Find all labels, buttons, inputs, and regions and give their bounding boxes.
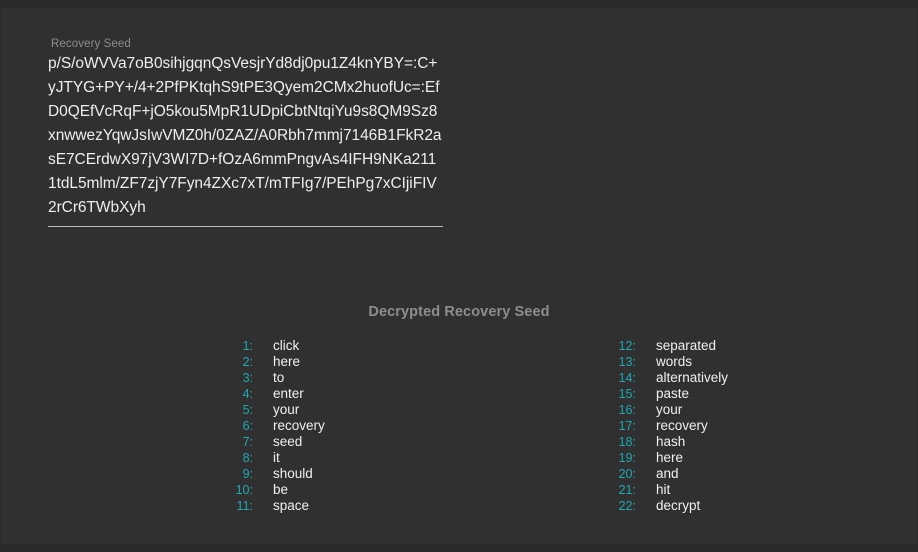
- word-index: 2:: [242, 355, 253, 369]
- word-row: 8: it: [1, 450, 459, 466]
- recovery-seed-input[interactable]: p/S/oWVVa7oB0sihjgqnQsVesjrYd8dj0pu1Z4kn…: [48, 52, 443, 227]
- word-index: 5:: [242, 403, 253, 417]
- word-text: your: [656, 402, 683, 417]
- word-index: 22:: [618, 499, 636, 513]
- word-text: recovery: [656, 418, 708, 433]
- word-index: 17:: [618, 419, 636, 433]
- recovery-seed-field-group: Recovery Seed p/S/oWVVa7oB0sihjgqnQsVesj…: [1, 8, 459, 248]
- word-text: paste: [656, 386, 690, 401]
- word-text: separated: [656, 338, 717, 353]
- word-row: 13: words: [459, 354, 917, 370]
- word-text: hit: [656, 482, 671, 497]
- word-index: 10:: [235, 483, 253, 497]
- word-text: alternatively: [656, 370, 729, 385]
- word-text: should: [273, 466, 313, 481]
- word-row: 17: recovery: [459, 418, 917, 434]
- word-row: 20: and: [459, 466, 917, 482]
- word-index: 15:: [618, 387, 636, 401]
- word-text: enter: [273, 386, 304, 401]
- recovery-seed-value[interactable]: p/S/oWVVa7oB0sihjgqnQsVesjrYd8dj0pu1Z4kn…: [48, 52, 443, 220]
- word-index: 7:: [242, 435, 253, 449]
- word-row: 15: paste: [459, 386, 917, 402]
- input-panel: Recovery Seed p/S/oWVVa7oB0sihjgqnQsVesj…: [1, 8, 917, 248]
- word-row: 1: click: [1, 338, 459, 354]
- word-row: 5: your: [1, 402, 459, 418]
- word-text: words: [656, 354, 693, 369]
- word-row: 10: be: [1, 482, 459, 498]
- word-row: 7: seed: [1, 434, 459, 450]
- word-index: 14:: [618, 371, 636, 385]
- word-text: recovery: [273, 418, 325, 433]
- word-index: 9:: [242, 467, 253, 481]
- word-index: 13:: [618, 355, 636, 369]
- word-row: 19: here: [459, 450, 917, 466]
- word-index: 4:: [242, 387, 253, 401]
- word-row: 9: should: [1, 466, 459, 482]
- word-row: 22: decrypt: [459, 498, 917, 514]
- word-row: 11: space: [1, 498, 459, 514]
- word-row: 16: your: [459, 402, 917, 418]
- word-text: hash: [656, 434, 686, 449]
- word-row: 14: alternatively: [459, 370, 917, 386]
- recovery-seed-label: Recovery Seed: [51, 38, 131, 50]
- word-row: 21: hit: [459, 482, 917, 498]
- decrypted-seed-title: Decrypted Recovery Seed: [368, 304, 550, 320]
- word-row: 3: to: [1, 370, 459, 386]
- word-index: 19:: [618, 451, 636, 465]
- word-row: 18: hash: [459, 434, 917, 450]
- word-text: to: [273, 370, 285, 385]
- word-text: decrypt: [656, 498, 701, 513]
- word-index: 11:: [236, 499, 253, 513]
- word-row: 4: enter: [1, 386, 459, 402]
- word-text: it: [273, 450, 280, 465]
- word-text: here: [656, 450, 684, 465]
- app-root: Recovery Seed p/S/oWVVa7oB0sihjgqnQsVesj…: [0, 0, 918, 552]
- word-row: 6: recovery: [1, 418, 459, 434]
- password-field-group: Password ••••••••••••••••••••••••• Show …: [459, 8, 917, 248]
- word-text: be: [273, 482, 289, 497]
- word-text: click: [273, 338, 300, 353]
- word-index: 1:: [242, 339, 253, 353]
- word-text: seed: [273, 434, 303, 449]
- word-index: 3:: [242, 371, 253, 385]
- decrypted-word-column-left: 1: click 2: here 3: to 4: enter 5: your 6: recovery…: [1, 338, 459, 514]
- word-index: 16:: [618, 403, 636, 417]
- word-text: your: [273, 402, 300, 417]
- decrypted-word-column-right: 12: separated 13: words 14: alternatively 15: p…: [459, 338, 917, 514]
- word-index: 20:: [618, 467, 636, 481]
- word-index: 12:: [618, 339, 636, 353]
- word-index: 8:: [242, 451, 253, 465]
- word-text: and: [656, 466, 679, 481]
- decrypted-word-list: 1: click 2: here 3: to 4: enter 5: your 6: recovery…: [1, 338, 917, 514]
- word-index: 18:: [618, 435, 636, 449]
- word-row: 2: here: [1, 354, 459, 370]
- word-index: 6:: [242, 419, 253, 433]
- word-index: 21:: [618, 483, 636, 497]
- word-text: space: [273, 498, 310, 513]
- word-row: 12: separated: [459, 338, 917, 354]
- word-text: here: [273, 354, 301, 369]
